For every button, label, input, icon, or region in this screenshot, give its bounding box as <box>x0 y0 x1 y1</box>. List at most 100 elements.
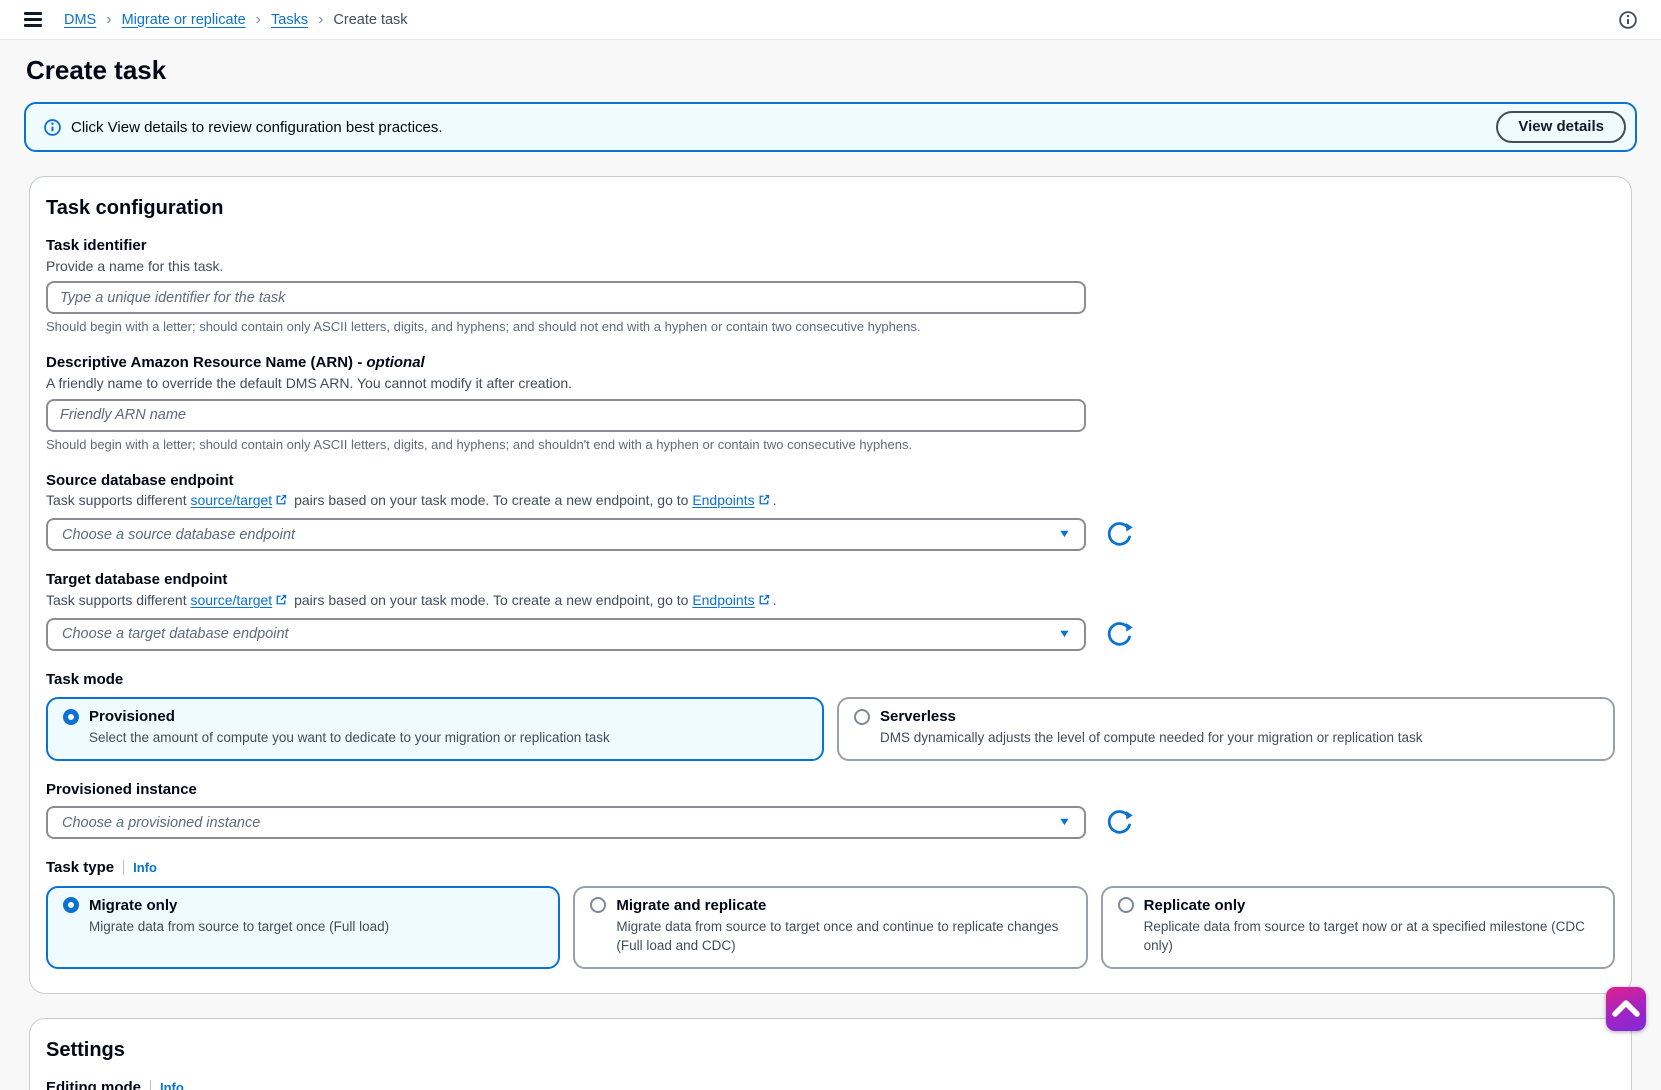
radio-unchecked-icon <box>1118 897 1134 913</box>
desc-text: Task supports different <box>46 492 190 508</box>
tile-title: Migrate and replicate <box>616 897 766 914</box>
source-target-link[interactable]: source/target <box>190 592 272 608</box>
breadcrumb-dms[interactable]: DMS <box>64 12 96 28</box>
task-identifier-constraint: Should begin with a letter; should conta… <box>46 319 1615 334</box>
source-target-link[interactable]: source/target <box>190 492 272 508</box>
chevron-right-icon: › <box>256 12 261 28</box>
tile-description: Replicate data from source to target now… <box>1144 917 1598 956</box>
tile-title: Replicate only <box>1144 897 1246 914</box>
external-link-icon <box>758 592 770 611</box>
provisioned-instance-select-placeholder: Choose a provisioned instance <box>62 815 1059 831</box>
task-mode-label: Task mode <box>46 670 1615 690</box>
label-info-divider <box>150 1080 151 1090</box>
task-mode-options: Provisioned Select the amount of compute… <box>46 697 1615 761</box>
tile-title: Migrate only <box>89 897 177 914</box>
radio-checked-icon <box>63 897 79 913</box>
desc-text: pairs based on your task mode. To create… <box>290 592 692 608</box>
target-endpoint-field: Target database endpoint Task supports d… <box>46 570 1615 650</box>
breadcrumb-current-page: Create task <box>333 12 407 28</box>
breadcrumb-tasks[interactable]: Tasks <box>271 12 308 28</box>
caret-down-icon: ▼ <box>1058 529 1072 540</box>
help-info-icon[interactable] <box>1619 11 1637 29</box>
desc-text: pairs based on your task mode. To create… <box>290 492 692 508</box>
breadcrumb-migrate-or-replicate[interactable]: Migrate or replicate <box>122 12 246 28</box>
source-endpoint-label: Source database endpoint <box>46 471 1615 491</box>
friendly-arn-input[interactable] <box>46 399 1086 432</box>
task-type-info-link[interactable]: Info <box>133 860 157 875</box>
task-type-option-migrate-only[interactable]: Migrate only Migrate data from source to… <box>46 886 560 969</box>
desc-text: Task supports different <box>46 592 190 608</box>
page-title: Create task <box>26 55 1637 86</box>
task-type-label: Task type <box>46 858 114 878</box>
tile-description: DMS dynamically adjusts the level of com… <box>880 728 1598 748</box>
source-endpoint-select[interactable]: Choose a source database endpoint ▼ <box>46 518 1086 551</box>
banner-message: Click View details to review configurati… <box>71 119 443 136</box>
target-endpoint-description: Task supports different source/target pa… <box>46 591 1615 611</box>
label-info-divider <box>123 860 124 875</box>
endpoints-link[interactable]: Endpoints <box>692 592 754 608</box>
chevron-right-icon: › <box>106 12 111 28</box>
info-circle-icon <box>44 119 61 136</box>
radio-checked-icon <box>63 709 79 725</box>
task-identifier-input[interactable] <box>46 281 1086 314</box>
target-endpoint-select[interactable]: Choose a target database endpoint ▼ <box>46 618 1086 651</box>
task-identifier-description: Provide a name for this task. <box>46 257 1615 276</box>
view-details-button[interactable]: View details <box>1496 111 1626 143</box>
info-banner: Click View details to review configurati… <box>24 102 1637 152</box>
external-link-icon <box>758 492 770 511</box>
desc-text: . <box>773 492 777 508</box>
optional-suffix: optional <box>366 354 424 371</box>
descriptive-arn-field: Descriptive Amazon Resource Name (ARN) -… <box>46 353 1615 451</box>
task-identifier-label: Task identifier <box>46 236 1615 256</box>
external-link-icon <box>275 592 287 611</box>
hamburger-menu-icon[interactable] <box>24 12 42 27</box>
target-endpoint-select-placeholder: Choose a target database endpoint <box>62 626 1059 642</box>
refresh-source-endpoints-button[interactable] <box>1105 520 1134 549</box>
task-identifier-field: Task identifier Provide a name for this … <box>46 236 1615 334</box>
radio-unchecked-icon <box>854 709 870 725</box>
editing-mode-info-link[interactable]: Info <box>160 1080 184 1090</box>
settings-card: Settings Editing mode Info Wizard You ca… <box>29 1018 1632 1090</box>
tile-title: Provisioned <box>89 708 175 725</box>
radio-unchecked-icon <box>590 897 606 913</box>
provisioned-instance-select[interactable]: Choose a provisioned instance ▼ <box>46 806 1086 839</box>
editing-mode-label: Editing mode <box>46 1078 141 1090</box>
task-mode-field: Task mode Provisioned Select the amount … <box>46 670 1615 761</box>
tile-description: Migrate data from source to target once … <box>89 917 543 937</box>
chevron-right-icon: › <box>318 12 323 28</box>
tile-description: Select the amount of compute you want to… <box>89 728 807 748</box>
task-configuration-card: Task configuration Task identifier Provi… <box>29 176 1632 994</box>
tile-description: Migrate data from source to target once … <box>616 917 1070 956</box>
caret-down-icon: ▼ <box>1058 817 1072 828</box>
browser-extension-badge-icon[interactable] <box>1606 987 1646 1031</box>
descriptive-arn-description: A friendly name to override the default … <box>46 374 1615 393</box>
task-mode-option-provisioned[interactable]: Provisioned Select the amount of compute… <box>46 697 824 761</box>
source-endpoint-field: Source database endpoint Task supports d… <box>46 471 1615 551</box>
task-type-option-migrate-and-replicate[interactable]: Migrate and replicate Migrate data from … <box>573 886 1087 969</box>
task-configuration-title: Task configuration <box>46 197 1615 220</box>
provisioned-instance-label: Provisioned instance <box>46 780 1615 800</box>
page-content: Create task Click View details to review… <box>0 55 1661 1090</box>
task-type-option-replicate-only[interactable]: Replicate only Replicate data from sourc… <box>1101 886 1615 969</box>
descriptive-arn-constraint: Should begin with a letter; should conta… <box>46 437 1615 452</box>
source-endpoint-description: Task supports different source/target pa… <box>46 491 1615 511</box>
top-navigation-bar: DMS › Migrate or replicate › Tasks › Cre… <box>0 0 1661 40</box>
settings-title: Settings <box>46 1039 1615 1062</box>
breadcrumb: DMS › Migrate or replicate › Tasks › Cre… <box>64 12 408 28</box>
task-mode-option-serverless[interactable]: Serverless DMS dynamically adjusts the l… <box>837 697 1615 761</box>
desc-text: . <box>773 592 777 608</box>
source-endpoint-select-placeholder: Choose a source database endpoint <box>62 527 1059 543</box>
task-type-options: Migrate only Migrate data from source to… <box>46 886 1615 969</box>
caret-down-icon: ▼ <box>1058 629 1072 640</box>
tile-title: Serverless <box>880 708 956 725</box>
editing-mode-field: Editing mode Info Wizard You can enter o… <box>46 1078 1615 1090</box>
descriptive-arn-label: Descriptive Amazon Resource Name (ARN) -… <box>46 353 1615 373</box>
provisioned-instance-field: Provisioned instance Choose a provisione… <box>46 780 1615 840</box>
refresh-target-endpoints-button[interactable] <box>1105 620 1134 649</box>
endpoints-link[interactable]: Endpoints <box>692 492 754 508</box>
external-link-icon <box>275 492 287 511</box>
refresh-provisioned-instances-button[interactable] <box>1105 808 1134 837</box>
target-endpoint-label: Target database endpoint <box>46 570 1615 590</box>
descriptive-arn-label-text: Descriptive Amazon Resource Name (ARN) - <box>46 354 366 371</box>
task-type-field: Task type Info Migrate only Migrate data… <box>46 858 1615 969</box>
